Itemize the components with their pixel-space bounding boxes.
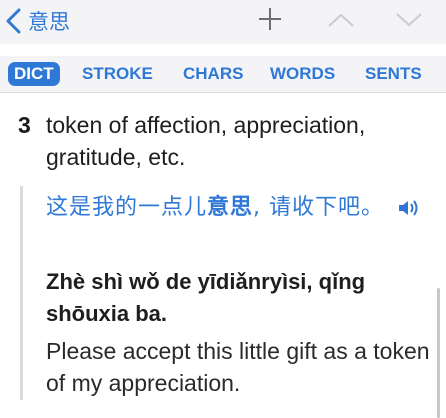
sense-definition: token of affection, appreciation, gratit… bbox=[46, 112, 366, 170]
tab-dict[interactable]: DICT bbox=[8, 62, 60, 86]
navigation-bar: 意思 bbox=[0, 0, 446, 44]
example-cn-keyword: 意思 bbox=[207, 195, 254, 220]
sense-number: 3 bbox=[18, 112, 31, 138]
tab-chars[interactable]: CHARS bbox=[183, 62, 243, 86]
example-cn-suffix: , 请收下吧。 bbox=[253, 195, 385, 220]
section-tabs: DICT STROKE CHARS WORDS SENTS bbox=[0, 56, 446, 93]
example-chinese: 这是我的一点儿意思, 请收下吧。 bbox=[46, 189, 426, 227]
example-pinyin-prefix: Zhè shì wǒ de yīdiǎnr bbox=[46, 269, 270, 294]
back-title: 意思 bbox=[28, 10, 70, 34]
chevron-up-icon[interactable] bbox=[327, 12, 355, 28]
dictionary-entry: 3 token of affection, appreciation, grat… bbox=[0, 93, 446, 418]
chevron-down-icon[interactable] bbox=[395, 12, 423, 28]
tab-stroke[interactable]: STROKE bbox=[82, 62, 153, 86]
speaker-icon[interactable] bbox=[398, 199, 420, 217]
example-cn-prefix: 这是我的一点儿 bbox=[46, 195, 208, 220]
example-pinyin: Zhè shì wǒ de yīdiǎnryìsi, qǐng shōuxia … bbox=[46, 266, 436, 330]
tab-sents[interactable]: SENTS bbox=[365, 62, 422, 86]
tab-words[interactable]: WORDS bbox=[270, 62, 335, 86]
example-pinyin-keyword: yìsi bbox=[269, 269, 307, 294]
plus-icon[interactable] bbox=[257, 6, 283, 32]
chevron-left-icon bbox=[6, 8, 21, 34]
back-button[interactable]: 意思 bbox=[4, 4, 70, 38]
example-translation: Please accept this little gift as a toke… bbox=[46, 338, 430, 396]
example-indent-bar bbox=[20, 186, 23, 400]
